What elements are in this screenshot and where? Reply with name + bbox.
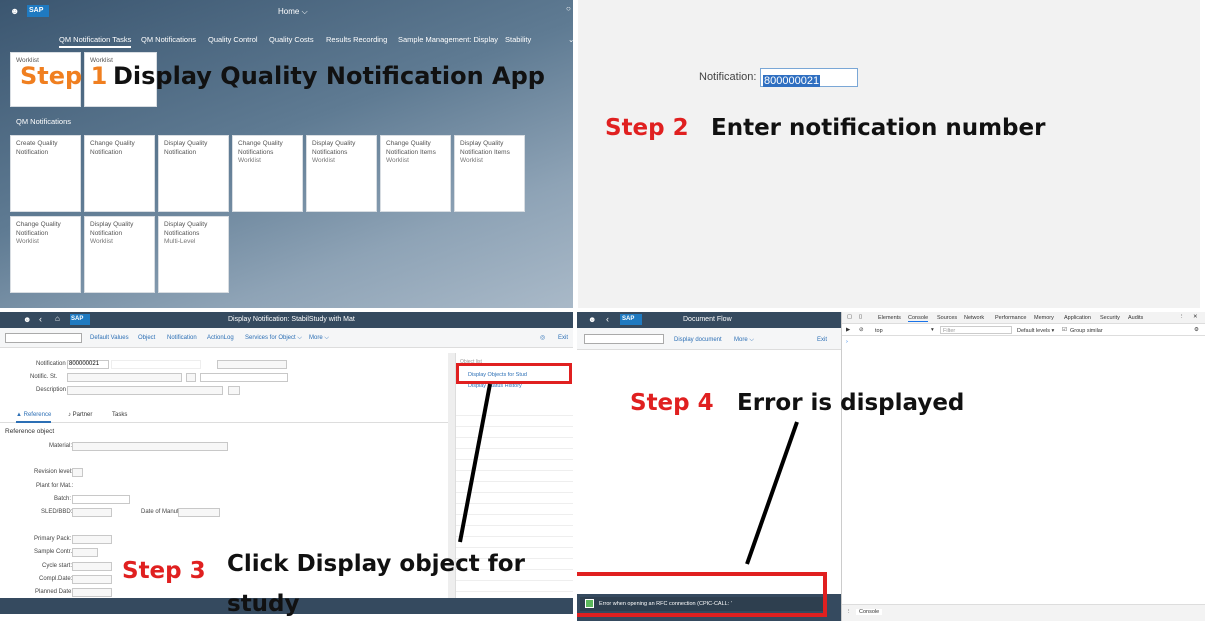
tile-subtitle: Multi-Level — [164, 238, 196, 245]
app-tile[interactable]: Change Quality Notification Worklist — [10, 216, 81, 293]
step4-panel: ☻ ‹ SAP Document Flow Display document M… — [577, 312, 1205, 621]
tab-quality-costs[interactable]: Quality Costs — [269, 35, 314, 44]
step4-caption: Error is displayed — [737, 390, 965, 416]
step1-launchpad-panel: ☻ SAP Home ⌵ ○ QM Notification Tasks QM … — [0, 0, 573, 308]
context-dropdown-icon[interactable]: ▾ — [931, 327, 934, 333]
tile-title: Display Quality Notifications — [164, 221, 208, 237]
tile-title: Display Quality Notification — [90, 221, 134, 237]
user-icon[interactable]: ☻ — [10, 6, 19, 16]
notification-input[interactable]: 800000021 — [760, 68, 858, 87]
app-tile[interactable]: Display Quality Notifications Multi-Level — [158, 216, 229, 293]
devtools-tab-security[interactable]: Security — [1100, 315, 1120, 321]
app-tile[interactable]: Display Quality Notification Worklist — [84, 216, 155, 293]
step2-label: Step 2 — [605, 115, 689, 141]
log-levels-dropdown[interactable]: Default levels ▾ — [1017, 328, 1054, 334]
devtools-tabbar: ▢ ▯ Elements Console Sources Network Per… — [842, 312, 1205, 324]
app-tile[interactable]: Display Quality Notifications Worklist — [306, 135, 377, 212]
tab-results-recording[interactable]: Results Recording — [326, 35, 387, 44]
step2-caption: Enter notification number — [711, 115, 1046, 141]
tile-title: Display Quality Notification — [164, 140, 208, 156]
tab-sample-management[interactable]: Sample Management: Display — [398, 35, 498, 44]
tile-title: Change Quality Notification — [90, 140, 135, 156]
devtools-tab-audits[interactable]: Audits — [1128, 315, 1143, 321]
tile-title: Create Quality Notification — [16, 140, 58, 156]
step2-panel: Notification: 800000021 Step 2 Enter not… — [578, 0, 1200, 308]
tile-subtitle: Worklist — [312, 157, 335, 164]
notification-field-label: Notification: — [699, 71, 757, 83]
step3-caption-line2: study — [227, 591, 300, 617]
tab-stability[interactable]: Stability — [505, 35, 531, 44]
devtools-panel: ▢ ▯ Elements Console Sources Network Per… — [841, 312, 1205, 621]
console-toolbar: ▶ ⊘ top ▾ Filter Default levels ▾ ☑ Grou… — [842, 325, 1205, 336]
devtools-tab-console[interactable]: Console — [908, 315, 929, 322]
step1-number: 1 — [90, 62, 108, 90]
arrow-line — [745, 421, 799, 565]
group-similar-checkbox[interactable]: ☑ — [1062, 327, 1067, 333]
devtools-tab-elements[interactable]: Elements — [878, 315, 901, 321]
console-prompt[interactable]: › — [846, 339, 848, 345]
inspect-icon[interactable]: ▢ — [847, 314, 852, 320]
sap-logo: SAP — [27, 5, 49, 17]
clear-console-icon[interactable]: ⊘ — [859, 327, 864, 333]
app-tile[interactable]: Create Quality Notification — [10, 135, 81, 212]
app-tile[interactable]: Change Quality Notifications Worklist — [232, 135, 303, 212]
close-icon[interactable]: ✕ — [1193, 314, 1198, 320]
tile-title: Display Quality Notifications — [312, 140, 356, 156]
tab-quality-control[interactable]: Quality Control — [208, 35, 258, 44]
app-tile[interactable]: Display Quality Notification — [158, 135, 229, 212]
tile-title: Change Quality Notification Items — [386, 140, 436, 156]
search-icon[interactable]: ○ — [566, 4, 571, 13]
tile-title: Change Quality Notifications — [238, 140, 283, 156]
home-menu[interactable]: Home ⌵ — [278, 7, 308, 17]
step3-caption-line1: Click Display object for — [227, 551, 525, 577]
devtools-tab-memory[interactable]: Memory — [1034, 315, 1054, 321]
step3-panel: ☻ ‹ ⌂ SAP Display Notification: StabilSt… — [0, 312, 573, 621]
tile-title: Change Quality Notification — [16, 221, 61, 237]
group-title: QM Notifications — [16, 117, 72, 126]
tile-subtitle: Worklist — [460, 157, 483, 164]
app-tile[interactable]: Change Quality Notification Items Worklis… — [380, 135, 451, 212]
app-tile[interactable]: Change Quality Notification — [84, 135, 155, 212]
tile-subtitle: Worklist — [238, 157, 261, 164]
tile-subtitle: Worklist — [90, 238, 113, 245]
context-selector[interactable]: top — [875, 328, 883, 334]
step1-word: Step — [20, 62, 83, 90]
notification-input-value: 800000021 — [763, 75, 821, 87]
drawer-menu-icon[interactable]: ⋮ — [846, 609, 852, 615]
launchpad-tabs: QM Notification Tasks QM Notifications Q… — [0, 35, 573, 49]
console-filter-input[interactable]: Filter — [940, 326, 1012, 334]
devtools-tab-network[interactable]: Network — [964, 315, 984, 321]
tab-qm-notifications[interactable]: QM Notifications — [141, 35, 196, 44]
drawer-bar: ⋮ Console — [842, 604, 1205, 621]
device-icon[interactable]: ▯ — [859, 314, 862, 320]
step1-caption: Display Quality Notification App — [113, 62, 545, 90]
step4-label: Step 4 — [630, 390, 714, 416]
settings-gear-icon[interactable]: ⚙ — [1194, 327, 1199, 333]
chevron-down-icon[interactable]: ⌄ — [568, 35, 573, 44]
tile-title: Display Quality Notification Items — [460, 140, 510, 156]
step3-label: Step 3 — [122, 558, 206, 584]
tab-qm-notification-tasks[interactable]: QM Notification Tasks — [59, 35, 132, 48]
devtools-tab-sources[interactable]: Sources — [937, 315, 957, 321]
drawer-console-tab[interactable]: Console — [856, 609, 883, 615]
filter-placeholder: Filter — [943, 328, 956, 334]
group-similar-label: Group similar — [1070, 328, 1103, 334]
app-tile[interactable]: Display Quality Notification Items Workli… — [454, 135, 525, 212]
step3-caption: Click Display object for study — [227, 544, 525, 621]
step1-label: Step 1 — [20, 62, 107, 90]
more-options-icon[interactable]: ⋮ — [1179, 314, 1185, 320]
devtools-tab-application[interactable]: Application — [1064, 315, 1091, 321]
devtools-tab-performance[interactable]: Performance — [995, 315, 1027, 321]
tile-subtitle: Worklist — [16, 238, 39, 245]
sidebar-toggle-icon[interactable]: ▶ — [846, 327, 850, 333]
tile-subtitle: Worklist — [386, 157, 409, 164]
launchpad-shellbar: ☻ SAP Home ⌵ ○ — [0, 0, 573, 26]
